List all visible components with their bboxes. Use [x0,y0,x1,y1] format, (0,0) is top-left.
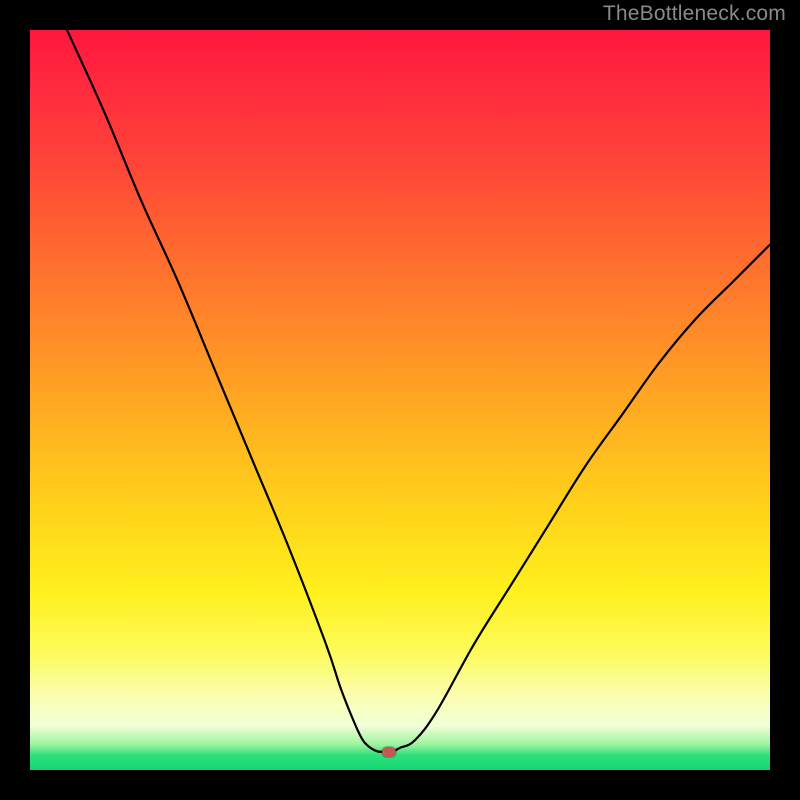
chart-frame: TheBottleneck.com [0,0,800,800]
plot-area [30,30,770,770]
watermark-text: TheBottleneck.com [603,2,786,26]
optimal-point-marker [382,747,396,757]
bottleneck-curve [30,30,770,770]
